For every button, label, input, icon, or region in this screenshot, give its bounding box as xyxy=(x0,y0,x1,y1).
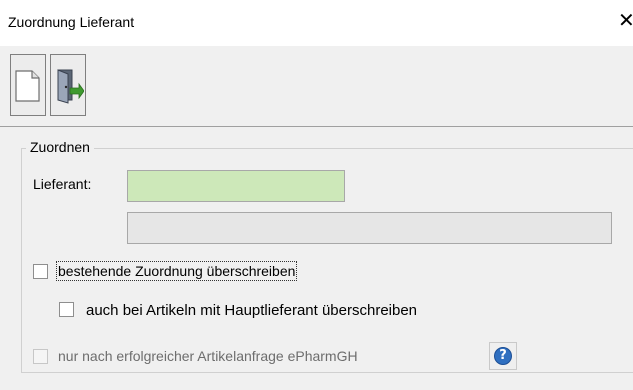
supplier-input[interactable] xyxy=(127,170,345,202)
toolbar-divider xyxy=(0,126,633,127)
only-after-request-checkbox xyxy=(33,349,48,364)
close-icon[interactable]: ✕ xyxy=(618,9,633,33)
toolbar xyxy=(0,46,633,126)
overwrite-main-supplier-label[interactable]: auch bei Artikeln mit Hauptlieferant übe… xyxy=(86,302,417,319)
exit-door-icon xyxy=(57,69,84,104)
exit-button[interactable] xyxy=(50,54,86,116)
window-title: Zuordnung Lieferant xyxy=(8,14,135,30)
title-bar: Zuordnung Lieferant ✕ xyxy=(0,0,633,46)
new-document-icon xyxy=(15,70,40,102)
only-after-request-label: nur nach erfolgreicher Artikelanfrage eP… xyxy=(58,348,358,364)
group-legend: Zuordnen xyxy=(26,139,94,155)
new-button[interactable] xyxy=(10,54,46,116)
overwrite-existing-checkbox[interactable] xyxy=(33,264,48,279)
supplier-name-field xyxy=(127,212,612,244)
overwrite-main-supplier-checkbox[interactable] xyxy=(59,302,74,317)
overwrite-existing-label[interactable]: bestehende Zuordnung überschreiben xyxy=(55,261,298,281)
help-button[interactable]: ? xyxy=(489,342,517,370)
supplier-label: Lieferant: xyxy=(33,176,92,192)
help-icon: ? xyxy=(494,347,512,365)
